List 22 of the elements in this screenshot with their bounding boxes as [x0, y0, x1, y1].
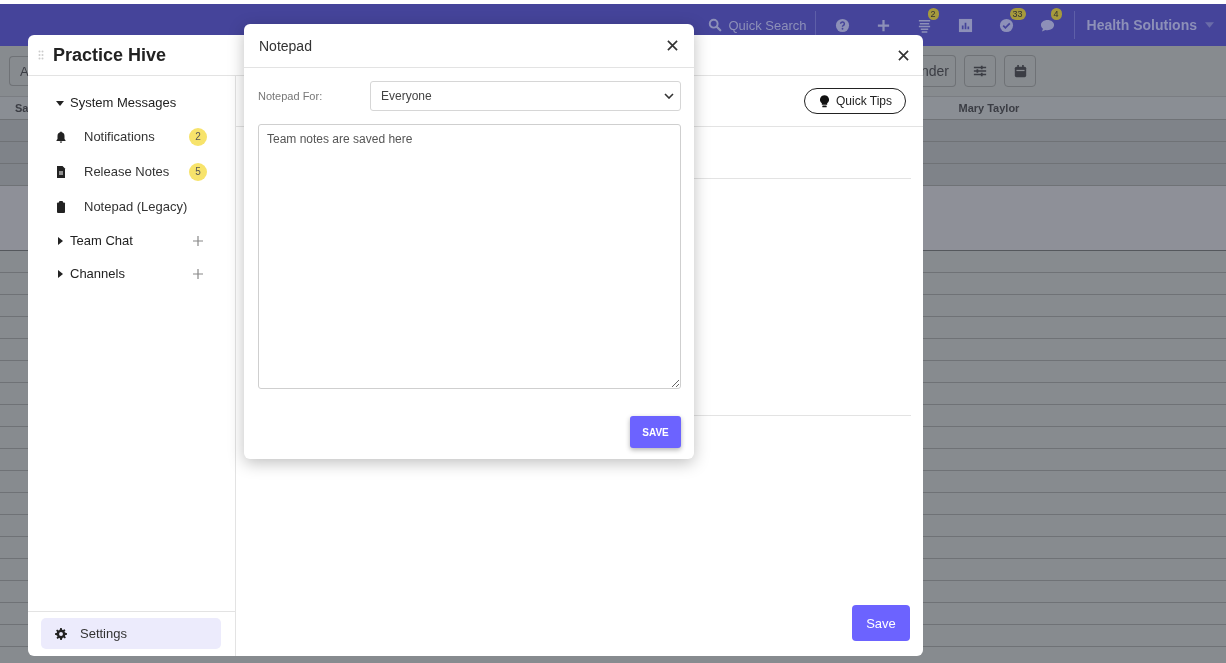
save-button[interactable]: Save — [852, 605, 910, 641]
sidebar-section[interactable]: Team Chat — [70, 233, 193, 248]
sidebar-item[interactable]: Release Notes — [84, 164, 189, 179]
settings-item[interactable]: Settings — [41, 618, 221, 649]
field-label: Notepad For: — [258, 90, 324, 102]
sidebar-section[interactable]: System Messages — [70, 95, 235, 110]
quick-tips-button[interactable]: Quick Tips — [804, 88, 906, 114]
count-badge: 5 — [189, 162, 207, 181]
select-field[interactable]: Everyone — [370, 81, 681, 111]
column-header: Sa — [15, 102, 29, 114]
save-button[interactable]: SAVE — [630, 416, 681, 448]
column-header: Mary Taylor — [958, 102, 1020, 114]
panel-title: Practice Hive — [53, 44, 167, 66]
dialog-title: Notepad — [259, 37, 312, 54]
count-badge: 2 — [189, 127, 207, 146]
count-badge: 2 — [927, 7, 939, 20]
sidebar-item[interactable]: Notepad (Legacy) — [84, 199, 235, 214]
sidebar-section[interactable]: Channels — [70, 266, 193, 281]
count-badge: 4 — [1050, 7, 1062, 20]
sidebar-item[interactable]: Notifications — [84, 129, 189, 144]
count-badge: 33 — [1009, 7, 1026, 20]
notes-field[interactable]: Team notes are saved here — [258, 124, 681, 389]
